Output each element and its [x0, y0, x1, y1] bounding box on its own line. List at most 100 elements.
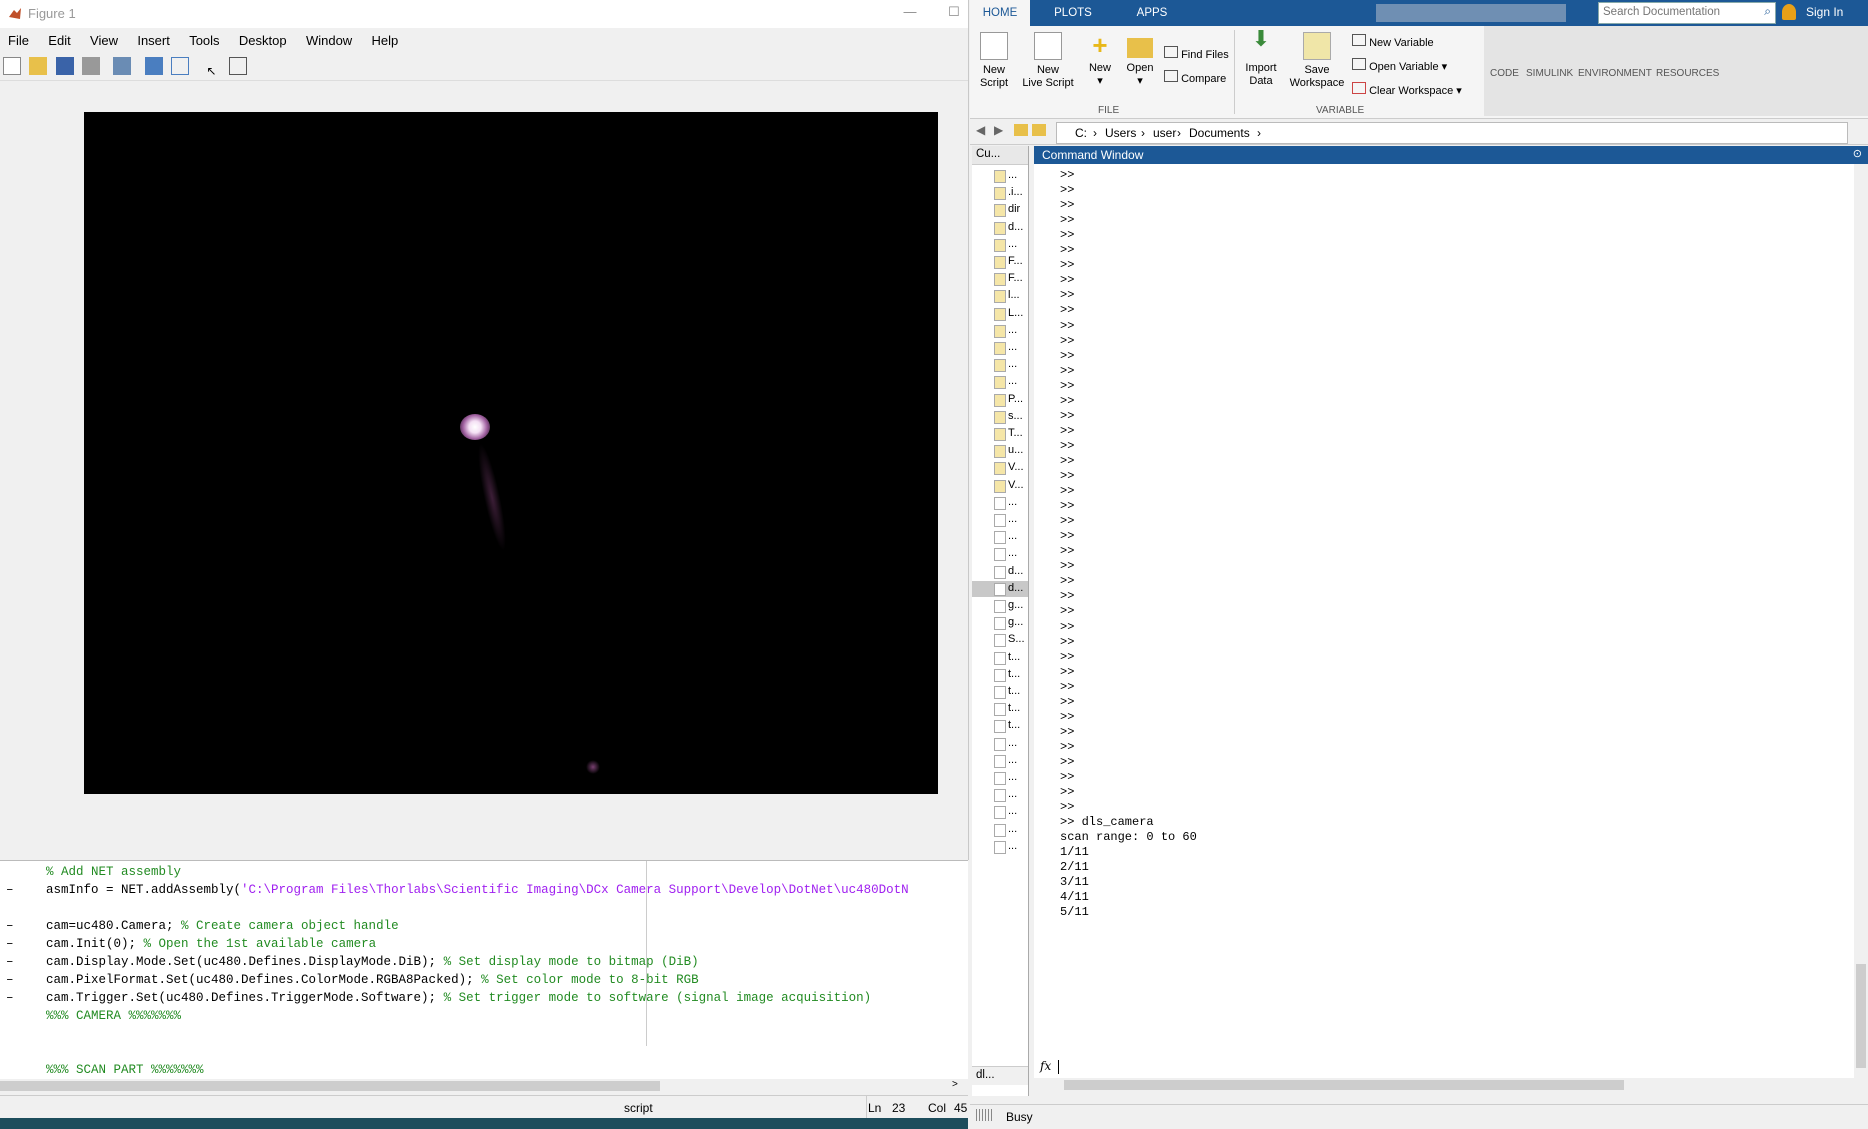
code-line[interactable]: cam.Trigger.Set(uc480.Defines.TriggerMod…	[46, 991, 871, 1005]
folder-list-item[interactable]: dir	[972, 202, 1028, 218]
colorbar-icon[interactable]	[144, 57, 163, 75]
new-live-script-button[interactable]: New Live Script	[1018, 32, 1078, 90]
open-file-icon[interactable]	[29, 57, 48, 75]
folder-list-item[interactable]: ...	[972, 822, 1028, 838]
folder-list-item[interactable]: S...	[972, 632, 1028, 648]
folder-list-item[interactable]: T...	[972, 426, 1028, 442]
new-button[interactable]: + New ▾	[1080, 32, 1120, 88]
code-section[interactable]: CODE	[1490, 68, 1519, 79]
menu-file[interactable]: File	[0, 30, 37, 51]
save-workspace-button[interactable]: Save Workspace	[1286, 32, 1348, 90]
folder-list-item[interactable]: .i...	[972, 185, 1028, 201]
sign-in-link[interactable]: Sign In	[1806, 5, 1843, 19]
folder-list-item[interactable]: V...	[972, 460, 1028, 476]
pointer-icon[interactable]: ↖	[202, 64, 220, 82]
command-window-hscroll-thumb[interactable]	[1064, 1080, 1624, 1090]
forward-arrow-icon[interactable]: ▶	[994, 123, 1003, 137]
breakpoint-marker[interactable]: –	[6, 919, 14, 933]
legend-icon[interactable]	[171, 57, 190, 75]
folder-list-item[interactable]: ...	[972, 340, 1028, 356]
back-arrow-icon[interactable]: ◀	[976, 123, 985, 137]
code-line[interactable]: cam=uc480.Camera; % Create camera object…	[46, 919, 399, 933]
folder-list-item[interactable]: ...	[972, 237, 1028, 253]
new-figure-icon[interactable]	[3, 57, 21, 75]
new-script-button[interactable]: New Script	[974, 32, 1014, 90]
menu-help[interactable]: Help	[364, 30, 407, 51]
tab-home[interactable]: HOME	[970, 0, 1030, 26]
quick-access-toolbar[interactable]	[1376, 4, 1566, 22]
menu-window[interactable]: Window	[298, 30, 360, 51]
folder-list-item[interactable]: ...	[972, 374, 1028, 390]
find-files-button[interactable]: Find Files	[1164, 46, 1229, 61]
command-window-vertical-scrollbar[interactable]	[1854, 164, 1868, 1078]
clear-workspace-button[interactable]: Clear Workspace ▾	[1352, 82, 1462, 97]
browse-folder-icon[interactable]	[1032, 124, 1046, 136]
folder-list-item[interactable]: t...	[972, 667, 1028, 683]
path-segment-drive[interactable]: C:	[1075, 126, 1087, 140]
folder-list-item[interactable]: t...	[972, 684, 1028, 700]
code-line[interactable]: %%% SCAN PART %%%%%%%	[46, 1063, 204, 1077]
path-field[interactable]: C: › Users › user › Documents ›	[1056, 122, 1848, 144]
new-variable-button[interactable]: New Variable	[1352, 34, 1434, 49]
folder-list-item[interactable]: g...	[972, 615, 1028, 631]
tab-apps[interactable]: APPS	[1122, 0, 1182, 26]
folder-list-item[interactable]: s...	[972, 409, 1028, 425]
scroll-right-arrow-icon[interactable]: >	[952, 1079, 958, 1090]
maximize-button[interactable]: ☐	[944, 4, 964, 22]
editor-scroll-thumb[interactable]	[0, 1081, 660, 1091]
code-line[interactable]: cam.Display.Mode.Set(uc480.Defines.Displ…	[46, 955, 699, 969]
command-window-horizontal-scrollbar[interactable]	[1034, 1078, 1854, 1092]
menu-insert[interactable]: Insert	[129, 30, 178, 51]
import-data-button[interactable]: ⬇ Import Data	[1238, 28, 1284, 88]
simulink-section[interactable]: SIMULINK	[1526, 68, 1573, 79]
folder-list-item[interactable]: F...	[972, 271, 1028, 287]
details-dropdown[interactable]: dl...	[976, 1069, 995, 1081]
breakpoint-marker[interactable]: –	[6, 991, 14, 1005]
code-line[interactable]: %%% CAMERA %%%%%%%	[46, 1009, 181, 1023]
editor-horizontal-scrollbar[interactable]: >	[0, 1079, 968, 1093]
menu-edit[interactable]: Edit	[40, 30, 78, 51]
folder-list-item[interactable]: t...	[972, 650, 1028, 666]
search-icon[interactable]: ⌕	[1764, 4, 1771, 19]
folder-list-item[interactable]: ...	[972, 495, 1028, 511]
folder-list-item[interactable]: ...	[972, 804, 1028, 820]
folder-list-item[interactable]: ...	[972, 168, 1028, 184]
folder-list-item[interactable]: F...	[972, 254, 1028, 270]
command-window[interactable]: >> >> >> >> >> >> >> >> >> >> >> >> >> >> >> >> >> >> >> >>…	[1034, 164, 1854, 1078]
script-editor[interactable]: % Add NET assembly – asmInfo = NET.addAsse…	[0, 860, 968, 1081]
notification-bell-icon[interactable]	[1782, 4, 1796, 20]
code-line[interactable]: cam.Init(0); % Open the 1st available ca…	[46, 937, 376, 951]
print-icon[interactable]	[82, 57, 101, 75]
folder-list-item[interactable]: d...	[972, 564, 1028, 580]
code-line[interactable]: % Add NET assembly	[46, 865, 181, 879]
code-line[interactable]: asmInfo = NET.addAssembly('C:\Program Fi…	[46, 883, 909, 897]
minimize-button[interactable]: —	[900, 4, 920, 22]
resources-section[interactable]: RESOURCES	[1656, 68, 1719, 79]
menu-view[interactable]: View	[82, 30, 126, 51]
menu-tools[interactable]: Tools	[181, 30, 227, 51]
folder-list-item[interactable]: ...	[972, 787, 1028, 803]
folder-list-item[interactable]: d...	[972, 580, 1028, 597]
folder-list-item[interactable]: ...	[972, 546, 1028, 562]
folder-list-item[interactable]: d...	[972, 220, 1028, 236]
current-folder-panel[interactable]: Cu... ... .i... dir d...... F... F... l... L...…	[972, 146, 1029, 1096]
breakpoint-marker[interactable]: –	[6, 955, 14, 969]
up-folder-icon[interactable]	[1014, 124, 1028, 136]
code-line[interactable]: cam.PixelFormat.Set(uc480.Defines.ColorM…	[46, 973, 699, 987]
open-variable-button[interactable]: Open Variable ▾	[1352, 58, 1447, 73]
folder-list-item[interactable]: ...	[972, 529, 1028, 545]
breakpoint-marker[interactable]: –	[6, 883, 14, 897]
folder-list-item[interactable]: t...	[972, 718, 1028, 734]
folder-list-item[interactable]: V...	[972, 478, 1028, 494]
folder-list-item[interactable]: ...	[972, 839, 1028, 855]
search-documentation-input[interactable]	[1599, 3, 1757, 21]
folder-list-item[interactable]: ...	[972, 323, 1028, 339]
folder-list-item[interactable]: L...	[972, 306, 1028, 322]
folder-list-item[interactable]: ...	[972, 357, 1028, 373]
tab-plots[interactable]: PLOTS	[1038, 0, 1108, 26]
panel-options-icon[interactable]: ⊙	[1853, 147, 1862, 160]
folder-list-item[interactable]: l...	[972, 288, 1028, 304]
open-button[interactable]: Open ▾	[1120, 32, 1160, 88]
breakpoint-marker[interactable]: –	[6, 937, 14, 951]
compare-button[interactable]: Compare	[1164, 70, 1226, 85]
